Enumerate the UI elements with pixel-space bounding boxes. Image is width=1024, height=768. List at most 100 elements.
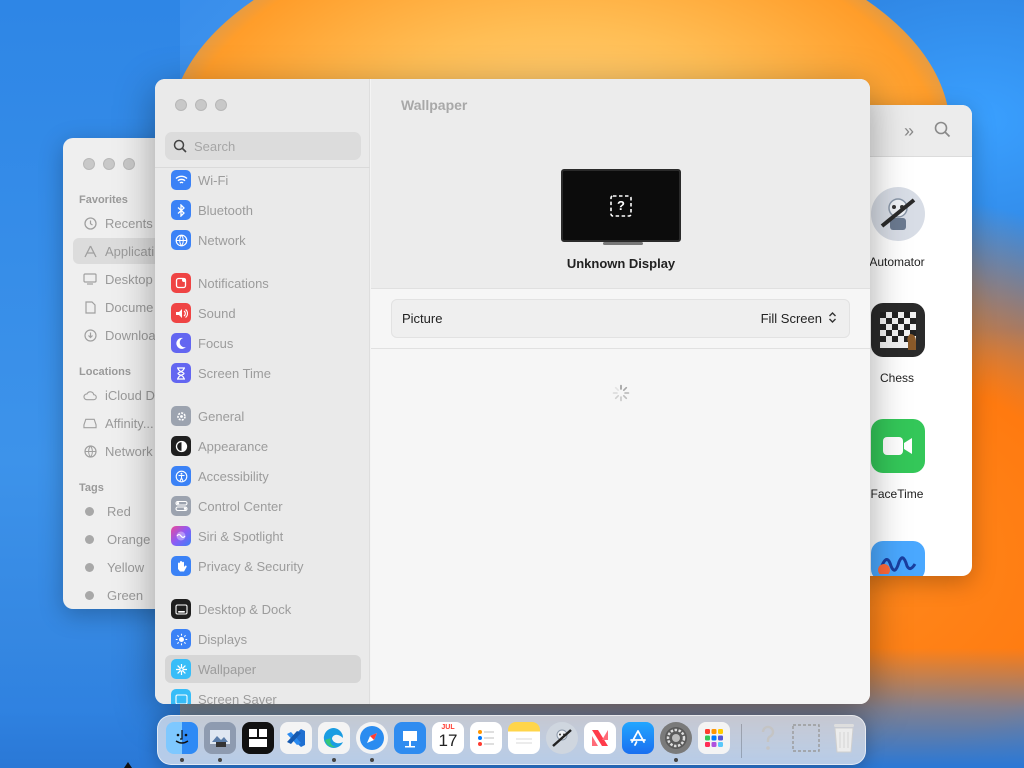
search-icon (173, 139, 187, 153)
globe-icon (83, 444, 97, 458)
reminders-icon[interactable] (470, 722, 502, 754)
download-icon (83, 328, 97, 342)
control-center-icon (171, 496, 191, 516)
sidebar-item-label: Accessibility (198, 468, 269, 484)
sidebar-item-label: Affinity... (105, 415, 154, 431)
sidebar-item-appearance[interactable]: Appearance (165, 432, 361, 460)
desktop-icon (83, 272, 97, 286)
wifi-icon (171, 170, 191, 190)
safari-icon[interactable] (356, 722, 388, 754)
moon-icon (171, 333, 191, 353)
app-automator[interactable]: Automator (860, 187, 972, 269)
hand-icon (171, 556, 191, 576)
mission-control-icon[interactable] (242, 722, 274, 754)
dock-separator (741, 724, 742, 758)
bluetooth-icon (171, 200, 191, 220)
sidebar-item-network[interactable]: Network (165, 226, 361, 254)
screenshot-icon[interactable] (790, 722, 822, 754)
app-chess[interactable]: Chess (860, 303, 972, 385)
sidebar-item-screen-saver[interactable]: Screen Saver (165, 685, 361, 704)
sidebar-item-bluetooth[interactable]: Bluetooth (165, 196, 361, 224)
sidebar-item-wallpaper[interactable]: Wallpaper (165, 655, 361, 683)
sidebar-item-accessibility[interactable]: Accessibility (165, 462, 361, 490)
zoom-button[interactable] (215, 99, 227, 111)
sidebar-item-label: Docume (105, 299, 154, 315)
display-question-glyph: ? (617, 198, 625, 213)
dock-icon (171, 599, 191, 619)
trash-icon[interactable] (828, 722, 860, 754)
sidebar-item-label: Applicati (105, 243, 155, 259)
applications-window[interactable]: » Automator Chess FaceTime (860, 105, 972, 576)
tag-dot-icon (85, 534, 94, 544)
sidebar-item-label: Focus (198, 335, 234, 351)
sidebar-item-label: Wallpaper (198, 661, 257, 677)
sidebar-item-label: Sound (198, 305, 236, 321)
app-freeform[interactable] (860, 541, 972, 576)
running-indicator (180, 758, 184, 762)
zoom-button[interactable] (123, 158, 135, 170)
settings-sidebar: Search Wi-Fi Bluetooth Network Notificat… (155, 79, 370, 704)
sidebar-item-label: General (198, 408, 245, 424)
sidebar-item-label: Recents (105, 215, 153, 231)
keynote-icon[interactable] (394, 722, 426, 754)
launchpad-icon[interactable] (698, 722, 730, 754)
sidebar-item-desktop-dock[interactable]: Desktop & Dock (165, 595, 361, 623)
bell-icon (171, 273, 191, 293)
chess-icon (871, 303, 925, 357)
minimize-button[interactable] (103, 158, 115, 170)
page-title: Wallpaper (401, 97, 468, 113)
notes-icon[interactable] (508, 722, 540, 754)
display-name: Unknown Display (566, 256, 676, 271)
running-indicator (218, 758, 222, 762)
edge-icon[interactable] (318, 722, 350, 754)
calendar-icon[interactable]: JUL 17 (432, 722, 464, 754)
sidebar-item-siri-spotlight[interactable]: Siri & Spotlight (165, 522, 361, 550)
sidebar-item-general[interactable]: General (165, 402, 361, 430)
sidebar-item-label: Screen Saver (198, 691, 277, 705)
apps-toolbar: » (860, 105, 972, 157)
tag-dot-icon (85, 590, 94, 600)
system-settings-window[interactable]: Search Wi-Fi Bluetooth Network Notificat… (155, 79, 870, 704)
calendar-month: JUL (441, 724, 455, 731)
close-button[interactable] (83, 158, 95, 170)
sidebar-item-label: Screen Time (198, 365, 271, 381)
sidebar-item-label: Red (107, 503, 131, 519)
preview-icon[interactable] (204, 722, 236, 754)
minimize-button[interactable] (195, 99, 207, 111)
sidebar-item-control-center[interactable]: Control Center (165, 492, 361, 520)
running-indicator (674, 758, 678, 762)
chevron-double-right-icon[interactable]: » (904, 121, 914, 142)
sidebar-item-sound[interactable]: Sound (165, 299, 361, 327)
globe-icon (171, 230, 191, 250)
news-icon[interactable] (584, 722, 616, 754)
finder-icon[interactable] (166, 722, 198, 754)
sidebar-item-privacy-security[interactable]: Privacy & Security (165, 552, 361, 580)
close-button[interactable] (175, 99, 187, 111)
display-thumbnail[interactable]: ? (561, 169, 681, 245)
sidebar-item-displays[interactable]: Displays (165, 625, 361, 653)
sidebar-item-label: Privacy & Security (198, 558, 304, 574)
app-store-icon[interactable] (622, 722, 654, 754)
app-label: Automator (869, 255, 925, 269)
search-field[interactable]: Search (165, 132, 361, 160)
sidebar-item-notifications[interactable]: Notifications (165, 269, 361, 297)
help-icon[interactable] (752, 722, 784, 754)
app-facetime[interactable]: FaceTime (860, 419, 972, 501)
window-controls[interactable] (175, 99, 227, 111)
sidebar-item-screen-time[interactable]: Screen Time (165, 359, 361, 387)
sidebar-item-focus[interactable]: Focus (165, 329, 361, 357)
loading-spinner-icon (612, 384, 630, 402)
fill-mode-value: Fill Screen (760, 311, 822, 326)
automator-icon[interactable] (546, 722, 578, 754)
sidebar-item-wifi[interactable]: Wi-Fi (165, 166, 361, 194)
chevron-up-down-icon (828, 311, 837, 327)
vscode-icon[interactable] (280, 722, 312, 754)
automator-icon (871, 187, 925, 241)
tag-dot-icon (85, 562, 94, 572)
sidebar-item-label: Bluetooth (198, 202, 253, 218)
window-controls[interactable] (83, 158, 135, 170)
fill-mode-popup[interactable]: Fill Screen (761, 311, 837, 327)
search-icon[interactable] (934, 121, 951, 143)
system-settings-icon[interactable] (660, 722, 692, 754)
sidebar-item-label: Desktop (105, 271, 153, 287)
